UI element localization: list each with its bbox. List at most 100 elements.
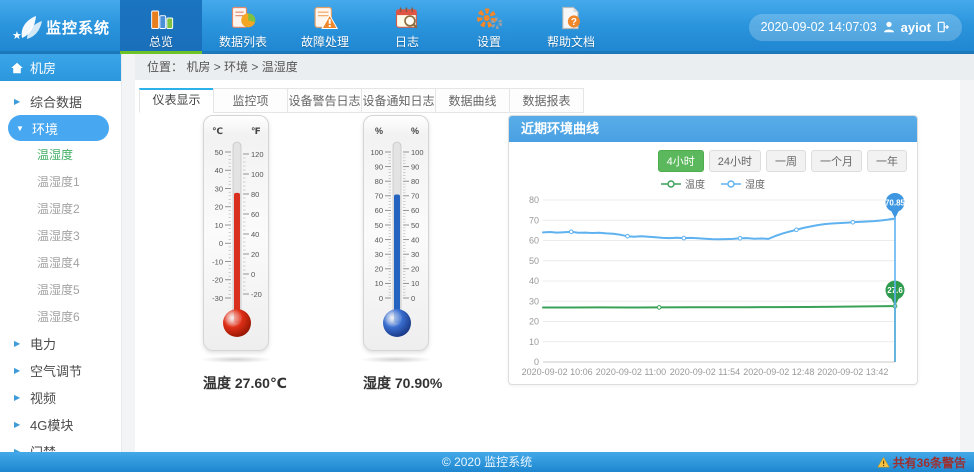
- svg-text:40: 40: [411, 235, 419, 244]
- sidebar-leaf-4[interactable]: 温湿度2: [0, 195, 121, 222]
- breadcrumb-label: 位置：: [147, 60, 183, 74]
- gauge-temperature: ℃℉50403020100-10-20-30120100806040200-20…: [203, 115, 343, 393]
- log-calendar-icon: [393, 4, 421, 32]
- tab-2[interactable]: 设备警告日志: [287, 88, 362, 113]
- legend-marker-icon: [661, 179, 681, 189]
- tab-5[interactable]: 数据报表: [509, 88, 584, 113]
- tab-0[interactable]: 仪表显示: [139, 88, 214, 113]
- nav-item-log-calendar[interactable]: 日志: [366, 0, 448, 54]
- sidebar-item-label: 温湿度5: [37, 281, 80, 298]
- sidebar-group-12[interactable]: ▶ 4G模块: [0, 411, 121, 438]
- home-icon: [10, 61, 24, 75]
- svg-text:50: 50: [411, 221, 419, 230]
- nav-item-data-list[interactable]: 数据列表: [202, 0, 284, 54]
- sidebar-item-label: 空气调节: [30, 361, 82, 380]
- sidebar-leaf-8[interactable]: 温湿度6: [0, 303, 121, 330]
- svg-text:0: 0: [534, 357, 539, 367]
- svg-text:50: 50: [375, 221, 383, 230]
- range-button-2[interactable]: 一周: [766, 150, 806, 172]
- svg-text:70: 70: [529, 215, 539, 225]
- range-button-4[interactable]: 一年: [867, 150, 907, 172]
- legend-item-1[interactable]: 湿度: [721, 176, 765, 191]
- svg-text:2020-09-02 10:06: 2020-09-02 10:06: [522, 367, 593, 377]
- app-root: ★ 监控系统 总览数据列表故障处理日志 设置?帮助文档 2020-09-02 14…: [0, 0, 974, 472]
- sidebar-group-1[interactable]: ▼环境: [8, 115, 109, 141]
- svg-text:60: 60: [375, 206, 383, 215]
- sidebar-leaf-2[interactable]: 温湿度: [0, 141, 121, 168]
- svg-text:10: 10: [375, 279, 383, 288]
- svg-text:20: 20: [215, 203, 223, 212]
- caret-right-icon: ▶: [14, 339, 23, 348]
- sidebar-item-label: 温湿度4: [37, 254, 80, 271]
- bar-chart-icon: [147, 4, 175, 32]
- settings-gear-icon: [475, 4, 503, 32]
- legend-label: 湿度: [745, 176, 765, 191]
- caret-right-icon: ▶: [14, 366, 23, 375]
- svg-text:20: 20: [251, 250, 259, 259]
- range-button-0[interactable]: 4小时: [658, 150, 704, 172]
- logout-icon[interactable]: [936, 20, 950, 34]
- chart-legend: 温度 湿度: [509, 176, 917, 191]
- sidebar-item-label: 综合数据: [30, 92, 82, 111]
- user-pill[interactable]: 2020-09-02 14:07:03 ayiot: [749, 14, 962, 41]
- logo-icon: ★: [10, 12, 44, 42]
- caret-right-icon: ▶: [14, 97, 23, 106]
- sidebar-root[interactable]: 机房: [0, 54, 121, 81]
- svg-text:★: ★: [12, 30, 22, 42]
- svg-text:0: 0: [219, 239, 223, 248]
- nav-item-settings-gear[interactable]: 设置: [448, 0, 530, 54]
- tab-3[interactable]: 设备通知日志: [361, 88, 436, 113]
- app-logo: ★ 监控系统: [0, 0, 120, 54]
- legend-item-0[interactable]: 温度: [661, 176, 705, 191]
- help-doc-icon: ?: [557, 4, 585, 32]
- svg-text:10: 10: [411, 279, 419, 288]
- chart-title: 近期环境曲线: [509, 116, 917, 142]
- line-chart: 010203040506070802020-09-02 10:062020-09…: [515, 192, 911, 380]
- nav-item-bar-chart[interactable]: 总览: [120, 0, 202, 54]
- svg-text:30: 30: [215, 184, 223, 193]
- chart-panel: 近期环境曲线 4小时24小时一周一个月一年 温度湿度 0102030405060…: [508, 115, 918, 385]
- tab-bar: 仪表显示监控项设备警告日志设备通知日志数据曲线数据报表: [140, 88, 584, 113]
- range-button-1[interactable]: 24小时: [709, 150, 761, 172]
- svg-text:50: 50: [529, 256, 539, 266]
- footer-warning[interactable]: 共有36条警告: [877, 452, 966, 472]
- sidebar-leaf-6[interactable]: 温湿度4: [0, 249, 121, 276]
- sidebar: 机房 ▶ 综合数据 ▼环境温湿度温湿度1温湿度2 温湿度3 温湿度4 温湿度5 温湿度6▶电…: [0, 54, 122, 452]
- svg-text:80: 80: [529, 195, 539, 205]
- footer: © 2020 监控系统 共有36条警告: [0, 452, 974, 472]
- time-range-buttons: 4小时24小时一周一个月一年: [658, 150, 907, 172]
- svg-text:80: 80: [375, 177, 383, 186]
- thermometer-humidity: %%10090807060504030201001009080706050403…: [363, 115, 429, 351]
- sidebar-leaf-5[interactable]: 温湿度3: [0, 222, 121, 249]
- svg-text:2020-09-02 11:00: 2020-09-02 11:00: [596, 367, 666, 377]
- person-icon: [882, 20, 896, 34]
- nav-item-fault-handling[interactable]: 故障处理: [284, 0, 366, 54]
- sidebar-group-11[interactable]: ▶视频: [0, 384, 121, 411]
- svg-text:20: 20: [411, 265, 419, 274]
- sidebar-item-label: 4G模块: [30, 415, 73, 434]
- breadcrumb-path: 机房 > 环境 > 温湿度: [186, 60, 297, 74]
- svg-text:10: 10: [215, 221, 223, 230]
- tab-1[interactable]: 监控项: [213, 88, 288, 113]
- gauge-reading-temperature: 温度 27.60℃: [203, 373, 343, 393]
- svg-text:100: 100: [251, 170, 264, 179]
- svg-text:0: 0: [251, 270, 255, 279]
- caret-right-icon: ▶: [14, 420, 23, 429]
- svg-text:40: 40: [215, 166, 223, 175]
- data-list-icon: [229, 4, 257, 32]
- sidebar-group-9[interactable]: ▶电力: [0, 330, 121, 357]
- sidebar-group-0[interactable]: ▶ 综合数据: [0, 88, 121, 115]
- sidebar-leaf-3[interactable]: 温湿度1: [0, 168, 121, 195]
- top-nav: 总览数据列表故障处理日志 设置?帮助文档: [120, 0, 612, 54]
- svg-text:40: 40: [529, 276, 539, 286]
- nav-item-label: 日志: [395, 33, 419, 50]
- range-button-3[interactable]: 一个月: [811, 150, 862, 172]
- svg-text:80: 80: [251, 190, 259, 199]
- sidebar-group-10[interactable]: ▶ 空气调节: [0, 357, 121, 384]
- sidebar-item-label: 温湿度3: [37, 227, 80, 244]
- svg-text:10: 10: [529, 337, 539, 347]
- sidebar-leaf-7[interactable]: 温湿度5: [0, 276, 121, 303]
- tab-4[interactable]: 数据曲线: [435, 88, 510, 113]
- nav-item-help-doc[interactable]: ?帮助文档: [530, 0, 612, 54]
- gauge-humidity: %%10090807060504030201001009080706050403…: [363, 115, 503, 393]
